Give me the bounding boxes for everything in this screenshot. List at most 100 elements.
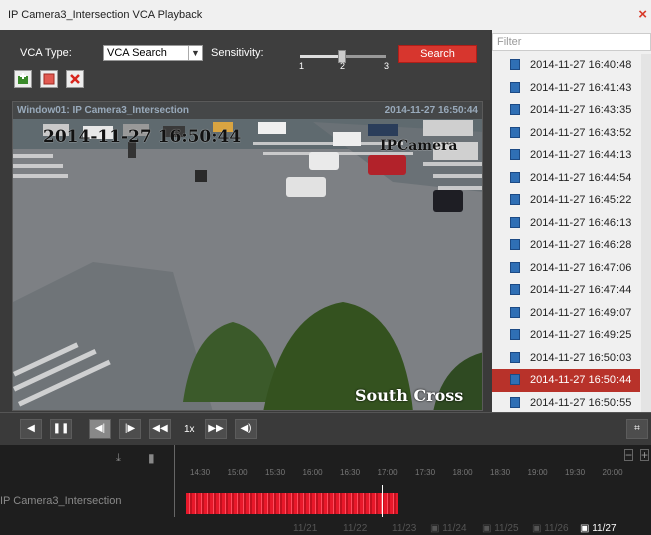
- result-item[interactable]: 2014-11-27 16:43:35: [492, 99, 640, 122]
- result-item[interactable]: 2014-11-27 16:40:48: [492, 54, 640, 77]
- speed-up-button[interactable]: ▶▶: [205, 419, 227, 439]
- time-tick-label: 15:30: [265, 468, 286, 477]
- result-item[interactable]: 2014-11-27 16:44:13: [492, 144, 640, 167]
- pause-icon: ❚❚: [52, 423, 70, 434]
- result-item[interactable]: 2014-11-27 16:45:22: [492, 189, 640, 212]
- time-tick-label: 18:30: [490, 468, 511, 477]
- bookmark-icon[interactable]: ▮: [148, 451, 155, 465]
- window-label: Window01: IP Camera3_Intersection: [17, 105, 190, 116]
- result-item[interactable]: 2014-11-27 16:49:07: [492, 302, 640, 325]
- video-file-icon: [510, 126, 520, 138]
- result-time: 2014-11-27 16:44:13: [530, 149, 632, 161]
- result-item[interactable]: 2014-11-27 16:47:06: [492, 257, 640, 280]
- download-icon[interactable]: ⤓: [116, 452, 121, 465]
- add-rule-button[interactable]: [14, 70, 32, 88]
- time-tick-label: 18:00: [452, 468, 473, 477]
- playback-bar: ◀ ❚❚ ◀| |▶ ◀◀ 1x ▶▶ ◀) ⌗: [0, 412, 651, 445]
- result-item[interactable]: 2014-11-27 16:43:52: [492, 122, 640, 145]
- result-item[interactable]: 2014-11-27 16:47:44: [492, 279, 640, 302]
- result-time: 2014-11-27 16:49:25: [530, 329, 632, 341]
- vca-type-value: VCA Search: [107, 47, 167, 59]
- time-tick-label: 16:30: [340, 468, 361, 477]
- zoom-out-icon[interactable]: −: [624, 449, 634, 461]
- date-tab[interactable]: ▣ 11/25: [482, 523, 519, 534]
- stop-playback-button[interactable]: ◀: [20, 419, 42, 439]
- result-item[interactable]: 2014-11-27 16:50:03: [492, 347, 640, 370]
- stop-button[interactable]: [40, 70, 58, 88]
- time-tick-label: 19:00: [527, 468, 548, 477]
- result-item[interactable]: 2014-11-27 16:41:43: [492, 77, 640, 100]
- fullscreen-button[interactable]: ⌗: [626, 419, 648, 439]
- search-button[interactable]: Search: [398, 45, 477, 63]
- result-time: 2014-11-27 16:45:22: [530, 194, 632, 206]
- speaker-icon: ◀): [240, 423, 252, 434]
- video-file-icon: [510, 374, 520, 385]
- result-item[interactable]: 2014-11-27 16:50:44: [492, 369, 640, 392]
- osd-timestamp: 2014-11-27 16:50:44: [43, 127, 242, 147]
- video-file-icon: [510, 81, 520, 93]
- result-time: 2014-11-27 16:50:44: [530, 374, 632, 386]
- result-time: 2014-11-27 16:46:13: [530, 216, 632, 229]
- frame-back-icon: ◀|: [94, 423, 106, 434]
- stop-icon: [43, 73, 55, 85]
- single-frame-back-button[interactable]: ◀|: [89, 419, 111, 439]
- result-item[interactable]: 2014-11-27 16:49:25: [492, 324, 640, 347]
- vca-toolbar: [0, 30, 490, 100]
- results-list: 2014-11-27 16:40:48 2014-11-27 16:41:43 20…: [492, 54, 640, 413]
- slow-down-button[interactable]: ◀◀: [149, 419, 171, 439]
- date-tab[interactable]: 11/22: [343, 523, 367, 534]
- video-header: Window01: IP Camera3_Intersection 2014-1…: [13, 102, 482, 119]
- time-tick-label: 20:00: [602, 468, 623, 477]
- video-file-icon: [510, 149, 520, 160]
- date-tab[interactable]: ▣ 11/24: [430, 523, 467, 534]
- recording-bar[interactable]: [186, 493, 398, 514]
- slider-tick-2: 2: [340, 61, 346, 71]
- time-tick-label: 15:00: [227, 468, 248, 477]
- zoom-in-icon[interactable]: +: [640, 449, 650, 461]
- single-frame-forward-button[interactable]: |▶: [119, 419, 141, 439]
- result-time: 2014-11-27 16:40:48: [530, 59, 632, 71]
- video-window[interactable]: Window01: IP Camera3_Intersection 2014-1…: [12, 101, 483, 411]
- timeline[interactable]: ⤓ ▮ − + 14:30 15:00 15:30 16:00 16:30 17:00 17…: [0, 445, 651, 535]
- window-title: IP Camera3_Intersection VCA Playback: [8, 9, 203, 21]
- slider-fill: [300, 55, 342, 58]
- video-file-icon: [510, 396, 520, 408]
- result-item[interactable]: 2014-11-27 16:46:28: [492, 234, 640, 257]
- date-tab[interactable]: 11/21: [293, 523, 317, 534]
- time-tick-label: 17:00: [377, 468, 398, 477]
- frame-forward-icon: |▶: [124, 423, 136, 434]
- delete-button[interactable]: [66, 70, 84, 88]
- results-scrollbar[interactable]: [641, 54, 651, 413]
- video-file-icon: [510, 306, 520, 318]
- filter-input[interactable]: Filter: [492, 33, 651, 51]
- sensitivity-slider[interactable]: 1 2 3: [299, 47, 392, 73]
- video-file-icon: [510, 171, 520, 183]
- title-bar: IP Camera3_Intersection VCA Playback ×: [0, 0, 651, 30]
- result-item[interactable]: 2014-11-27 16:46:13: [492, 212, 640, 235]
- date-tab[interactable]: 11/23: [392, 523, 416, 534]
- close-icon[interactable]: ×: [638, 6, 647, 23]
- osd-camera-name: IPCamera: [380, 138, 458, 154]
- result-time: 2014-11-27 16:41:43: [530, 81, 632, 94]
- audio-button[interactable]: ◀): [235, 419, 257, 439]
- chevron-down-icon[interactable]: ▼: [188, 46, 202, 60]
- result-item[interactable]: 2014-11-27 16:50:55: [492, 392, 640, 414]
- video-file-icon: [510, 216, 520, 228]
- date-tab[interactable]: ▣ 11/26: [532, 523, 569, 534]
- timeline-cursor[interactable]: [382, 485, 383, 517]
- result-time: 2014-11-27 16:43:52: [530, 126, 632, 139]
- osd-location: South Cross: [355, 386, 464, 405]
- pause-button[interactable]: ❚❚: [50, 419, 72, 439]
- date-tab[interactable]: ▣ 11/27: [580, 523, 617, 534]
- time-tick-label: 14:30: [190, 468, 211, 477]
- add-rule-icon: [18, 73, 28, 84]
- result-item[interactable]: 2014-11-27 16:44:54: [492, 167, 640, 190]
- video-file-icon: [510, 194, 520, 205]
- speed-label: 1x: [184, 424, 195, 435]
- result-time: 2014-11-27 16:46:28: [530, 239, 632, 251]
- video-file-icon: [510, 59, 520, 70]
- sensitivity-label: Sensitivity:: [211, 47, 264, 59]
- timeline-camera-label: IP Camera3_Intersection: [0, 495, 122, 507]
- vca-type-select[interactable]: VCA Search ▼: [103, 45, 203, 61]
- fullscreen-icon: ⌗: [634, 423, 640, 434]
